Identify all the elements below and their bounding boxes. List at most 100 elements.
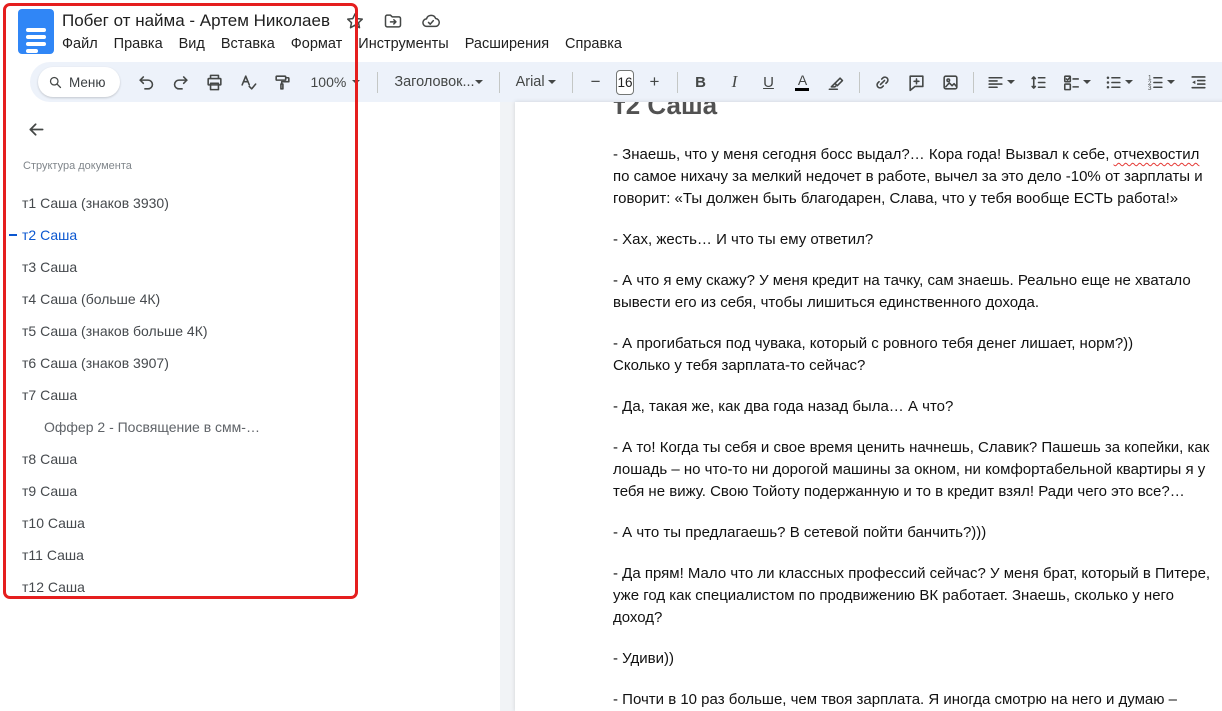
svg-text:3: 3 [1148,85,1152,92]
print-icon [206,74,222,90]
indent-button[interactable] [1183,68,1214,96]
line-spacing-icon [1031,75,1046,89]
outline-item[interactable]: т2 Саша [0,219,352,251]
align-button[interactable] [981,68,1020,96]
insert-image-button[interactable] [935,68,966,96]
document-status-button[interactable] [418,8,444,34]
menu-search-button[interactable]: Меню [38,67,120,97]
outline-item[interactable]: т9 Саша [0,475,352,507]
toolbar-separator [858,71,860,93]
styles-select[interactable]: Заголовок... [385,68,491,96]
underline-button[interactable]: U [753,68,784,96]
menu-item-3[interactable]: Вставка [213,33,283,55]
zoom-select[interactable]: 100% [301,68,371,96]
decrease-font-size-button[interactable]: − [580,68,611,96]
minus-icon: − [590,72,601,91]
redo-button[interactable] [165,68,196,96]
chevron-down-icon [1082,80,1091,84]
doc-paragraph[interactable]: - Почти в 10 раз больше, чем твоя зарпла… [613,689,1213,711]
docs-logo-icon[interactable] [18,9,54,54]
outline-item[interactable]: т5 Саша (знаков больше 4К) [0,315,352,347]
menu-item-5[interactable]: Инструменты [350,33,456,55]
outline-item[interactable]: т3 Саша [0,251,352,283]
doc-paragraph[interactable]: - А то! Когда ты себя и свое время ценит… [613,437,1213,503]
underline-icon: U [763,73,774,91]
indent-decrease-icon [1191,75,1206,88]
insert-link-button[interactable] [867,68,898,96]
menu-item-6[interactable]: Расширения [457,33,557,55]
star-button[interactable] [342,8,368,34]
outline-item[interactable]: т4 Саша (больше 4К) [0,283,352,315]
document-title[interactable]: Побег от найма - Артем Николаев [62,11,330,31]
document-outline-sidebar: Структура документа т1 Саша (знаков 3930… [0,102,500,711]
outline-item[interactable]: т7 Саша [0,379,352,411]
bold-button[interactable]: B [685,68,716,96]
checklist-button[interactable] [1057,68,1096,96]
menu-item-1[interactable]: Правка [106,33,171,55]
menu-bar: Файл Правка Вид Вставка Формат Инструменты Рас… [54,33,630,55]
increase-font-size-button[interactable]: + [639,68,670,96]
numbered-list-button[interactable]: 123 [1141,68,1180,96]
doc-paragraph[interactable]: - Да, такая же, как два года назад была…… [613,396,1213,418]
menu-item-0[interactable]: Файл [54,33,106,55]
font-size-input[interactable]: 16 [616,69,634,95]
menu-item-4[interactable]: Формат [283,33,351,55]
move-button[interactable] [380,8,406,34]
undo-button[interactable] [131,68,162,96]
top-bar: Побег от найма - Артем Николаев Файл Прав… [0,0,1222,62]
outline-item[interactable]: т12 Саша [0,571,352,603]
back-arrow-icon [29,122,43,136]
star-icon [347,13,363,29]
numbered-list-icon: 123 [1148,74,1163,92]
italic-button[interactable]: I [719,68,750,96]
chevron-down-icon [1166,80,1175,84]
italic-icon: I [731,72,738,91]
toolbar-separator [498,71,500,93]
toolbar: Меню 100% Заголовок... Arial − 16 + B I … [30,62,1222,102]
plus-icon: + [649,72,660,91]
image-icon [943,74,958,90]
highlight-color-button[interactable] [821,68,852,96]
outline-item[interactable]: т1 Саша (знаков 3930) [0,187,352,219]
checklist-icon [1063,74,1080,90]
add-comment-button[interactable] [901,68,932,96]
document-editor[interactable]: т2 Саша - Знаешь, что у меня сегодня бос… [613,102,1213,711]
outline-item[interactable]: т6 Саша (знаков 3907) [0,347,352,379]
doc-paragraph[interactable]: - Знаешь, что у меня сегодня босс выдал?… [613,144,1213,210]
misspelled-word: отчехвостил [1113,146,1200,163]
toolbar-separator [572,71,574,93]
chevron-down-icon [352,80,361,84]
document-heading[interactable]: т2 Саша [613,102,1213,118]
font-select[interactable]: Arial [507,68,565,96]
paint-format-button[interactable] [267,68,298,96]
bulleted-list-button[interactable] [1099,68,1138,96]
text-color-icon: A [795,73,810,92]
link-icon [876,75,889,89]
doc-paragraph[interactable]: - Хах, жесть… И что ты ему ответил? [613,229,1213,251]
google-docs-window: Побег от найма - Артем Николаев Файл Прав… [0,0,1222,711]
doc-paragraph[interactable]: - А что я ему скажу? У меня кредит на та… [613,270,1213,314]
spellcheck-button[interactable] [233,68,264,96]
outline-item[interactable]: т10 Саша [0,507,352,539]
menu-item-7[interactable]: Справка [557,33,630,55]
cloud-saved-icon [422,14,440,28]
bold-icon: B [695,73,706,91]
undo-icon [138,75,153,90]
doc-paragraph[interactable]: - Удиви)) [613,648,1213,670]
outline-item[interactable]: т8 Саша [0,443,352,475]
outline-item[interactable]: Оффер 2 - Посвящение в смм-… [0,411,352,443]
doc-paragraph[interactable]: - А что ты предлагаешь? В сетевой пойти … [613,522,1213,544]
doc-paragraph[interactable]: - Да прям! Мало что ли классных професси… [613,563,1213,629]
zoom-value: 100% [310,74,347,90]
redo-icon [173,75,188,90]
line-spacing-button[interactable] [1023,68,1054,96]
text-color-button[interactable]: A [787,68,818,96]
doc-paragraph[interactable]: - А прогибаться под чувака, который с ро… [613,333,1213,377]
document-page[interactable]: т2 Саша - Знаешь, что у меня сегодня бос… [515,102,1222,711]
paragraph-container: - Знаешь, что у меня сегодня босс выдал?… [613,144,1213,711]
chevron-down-icon [1124,80,1133,84]
close-outline-button[interactable] [22,115,50,143]
outline-item[interactable]: т11 Саша [0,539,352,571]
print-button[interactable] [199,68,230,96]
menu-item-2[interactable]: Вид [171,33,213,55]
